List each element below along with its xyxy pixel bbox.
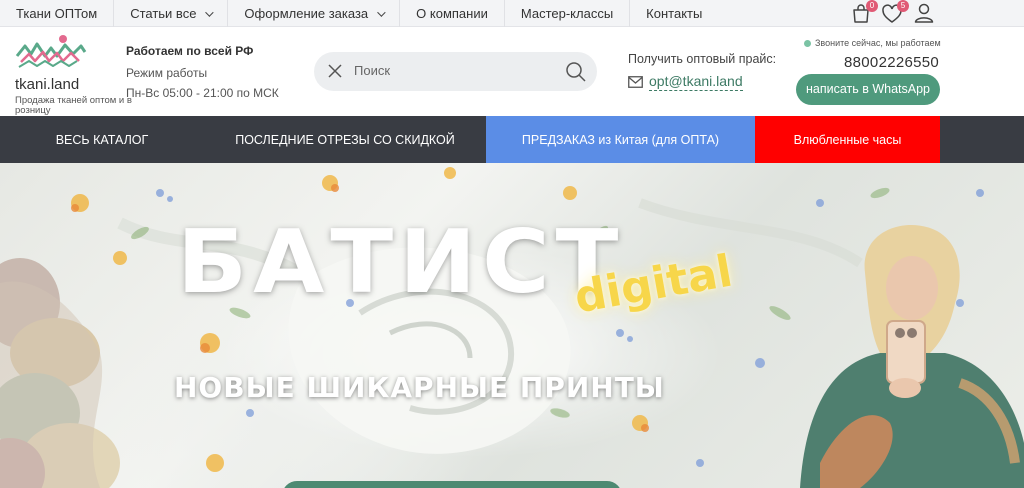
logo-title: tkani.land [15,76,80,93]
top-bar: Ткани ОПТом Статьи все Оформление заказа… [0,0,1024,27]
work-mode-label: Режим работы [126,66,208,80]
logo-mark-icon [15,35,87,68]
banner-title: БАТИСТ [177,211,625,313]
work-hours: Пн-Вс 05:00 - 21:00 по МСК [126,86,279,100]
logo-subtitle: Продажа тканей оптом и в розницу [15,95,132,116]
topnav-item-contacts[interactable]: Контакты [630,0,718,27]
topnav-item-about[interactable]: О компании [400,0,505,27]
banner-cta-button[interactable] [282,481,622,488]
search-bar: Поиск [314,52,597,91]
topnav-label: Статьи все [130,6,197,21]
user-icon [914,3,934,23]
work-region: Работаем по всей РФ [126,44,254,58]
whatsapp-button[interactable]: написать в WhatsApp [796,74,940,105]
call-status-text: Звоните сейчас, мы работаем [815,38,941,48]
close-icon[interactable] [327,63,343,79]
category-nav: ВЕСЬ КАТАЛОГ ПОСЛЕДНИЕ ОТРЕЗЫ СО СКИДКОЙ… [0,116,1024,163]
price-email-link[interactable]: opt@tkani.land [628,73,776,91]
category-preorder-china[interactable]: ПРЕДЗАКАЗ из Китая (для ОПТА) [486,116,755,163]
topnav-label: О компании [416,6,488,21]
topnav-item-masterclasses[interactable]: Мастер-классы [505,0,631,27]
top-nav: Ткани ОПТом Статьи все Оформление заказа… [0,0,718,27]
chevron-down-icon [205,7,215,17]
hero-banner[interactable]: БАТИСТ digital НОВЫЕ ШИКАРНЫЕ ПРИНТЫ [0,163,1024,488]
wholesale-price: Получить оптовый прайс: opt@tkani.land [628,52,776,91]
banner-subtitle: НОВЫЕ ШИКАРНЫЕ ПРИНТЫ [174,371,665,404]
category-all-catalog[interactable]: ВЕСЬ КАТАЛОГ [0,116,204,163]
phone-number[interactable]: 88002226550 [844,54,939,71]
mail-icon [628,76,643,88]
call-status: Звоните сейчас, мы работаем [804,38,941,48]
account-button[interactable] [913,2,935,24]
topnav-label: Контакты [646,6,703,21]
cart-count-badge: 0 [866,0,878,12]
price-label: Получить оптовый прайс: [628,52,777,66]
site-header: tkani.land Продажа тканей оптом и в розн… [0,27,1024,116]
search-icon[interactable] [565,61,587,83]
price-email: opt@tkani.land [649,73,743,91]
online-dot-icon [804,39,811,47]
favorites-count-badge: 5 [897,0,909,12]
chevron-down-icon [377,7,386,17]
topnav-label: Оформление заказа [244,6,369,21]
category-discount-remnants[interactable]: ПОСЛЕДНИЕ ОТРЕЗЫ СО СКИДКОЙ [204,116,486,163]
topnav-label: Ткани ОПТом [16,6,98,21]
cart-button[interactable]: 0 [850,0,878,25]
search-input[interactable]: Поиск [354,63,390,78]
topnav-item-wholesale[interactable]: Ткани ОПТом [0,0,115,27]
work-info: Работаем по всей РФ Режим работы Пн-Вс 0… [126,44,279,100]
topnav-item-ordering[interactable]: Оформление заказа [228,0,401,27]
favorites-button[interactable]: 5 [881,0,909,25]
topnav-item-articles[interactable]: Статьи все [114,0,229,27]
topnav-label: Мастер-классы [520,6,614,21]
category-love-hours[interactable]: Влюбленные часы [755,116,940,163]
